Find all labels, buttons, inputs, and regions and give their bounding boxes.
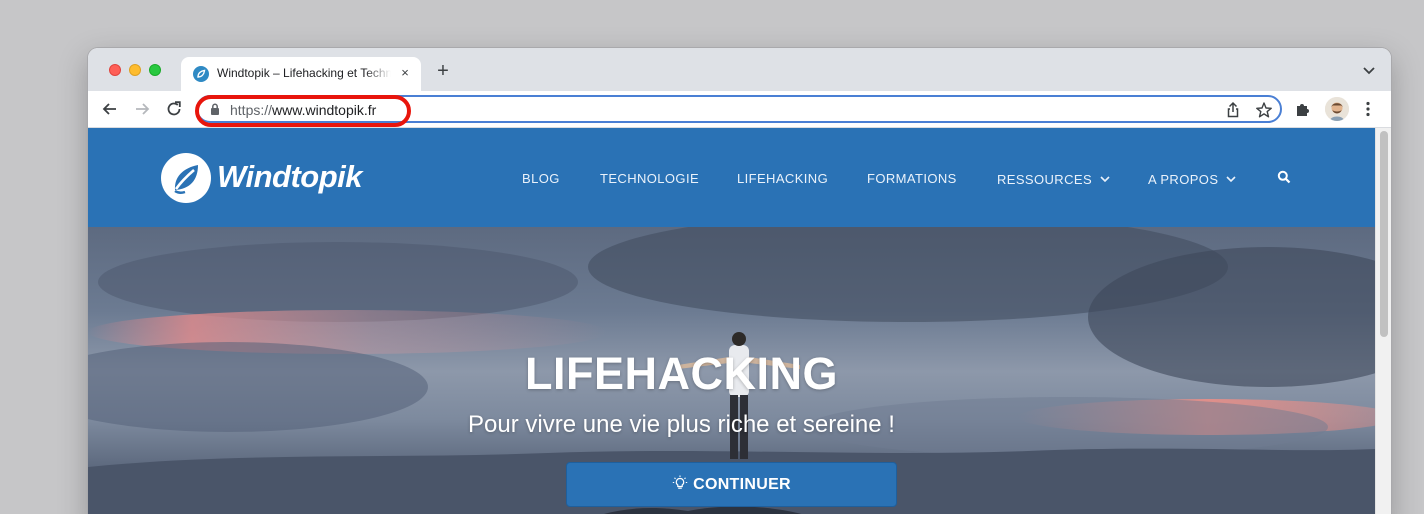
tab-title: Windtopik – Lifehacking et Technologie — [217, 66, 391, 80]
window-maximize-button[interactable] — [149, 64, 161, 76]
nav-ressources[interactable]: RESSOURCES — [997, 171, 1110, 187]
tab-strip: Windtopik – Lifehacking et Technologie ×… — [88, 48, 1391, 91]
nav-a-propos[interactable]: A PROPOS — [1148, 171, 1236, 187]
nav-formations[interactable]: FORMATIONS — [867, 171, 957, 187]
bookmark-star-icon[interactable] — [1255, 101, 1273, 119]
new-tab-button[interactable]: + — [432, 60, 454, 82]
nav-label: FORMATIONS — [867, 171, 957, 186]
more-menu-icon[interactable] — [1359, 100, 1377, 118]
window-minimize-button[interactable] — [129, 64, 141, 76]
tab-close-icon[interactable]: × — [397, 65, 413, 81]
nav-lifehacking[interactable]: LIFEHACKING — [737, 171, 828, 187]
share-icon[interactable] — [1224, 101, 1242, 119]
scrollbar-thumb[interactable] — [1380, 131, 1388, 337]
nav-label: A PROPOS — [1148, 172, 1219, 187]
continue-button-label: CONTINUER — [693, 476, 791, 493]
hero-subtitle: Pour vivre une vie plus riche et sereine… — [468, 411, 895, 438]
continue-button[interactable]: CONTINUER — [566, 462, 897, 507]
reload-icon[interactable] — [164, 99, 184, 119]
nav-label: RESSOURCES — [997, 172, 1093, 187]
forward-arrow-icon[interactable] — [132, 99, 152, 119]
windtopik-favicon-icon — [193, 66, 209, 82]
tab-search-chevron-icon[interactable] — [1361, 62, 1377, 78]
page-scrollbar[interactable] — [1375, 128, 1391, 514]
extensions-puzzle-icon[interactable] — [1294, 100, 1312, 118]
url-scheme: https:// — [230, 102, 273, 118]
window-close-button[interactable] — [109, 64, 121, 76]
logo-wordmark: Windtopik — [217, 159, 363, 194]
page-viewport: Windtopik BLOG TECHNOLOGIE LIFEHACKING F… — [88, 128, 1375, 514]
nav-label: TECHNOLOGIE — [600, 171, 700, 186]
leaf-logo-icon — [161, 153, 211, 203]
lock-icon[interactable] — [208, 102, 222, 116]
profile-avatar[interactable] — [1325, 97, 1349, 121]
lightbulb-icon — [672, 465, 688, 489]
hero-banner: LIFEHACKING Pour vivre une vie plus rich… — [88, 227, 1375, 514]
address-bar[interactable]: https://www.windtopik.fr — [196, 95, 1282, 123]
browser-window: Windtopik – Lifehacking et Technologie ×… — [88, 48, 1391, 514]
site-header: Windtopik BLOG TECHNOLOGIE LIFEHACKING F… — [88, 128, 1375, 227]
browser-toolbar: https://www.windtopik.fr — [88, 91, 1391, 128]
back-arrow-icon[interactable] — [100, 99, 120, 119]
chevron-down-icon — [1226, 171, 1236, 186]
search-icon[interactable] — [1277, 170, 1291, 184]
nav-label: LIFEHACKING — [737, 171, 829, 186]
nav-technologie[interactable]: TECHNOLOGIE — [600, 171, 699, 187]
nav-label: BLOG — [522, 171, 560, 186]
nav-blog[interactable]: BLOG — [522, 171, 560, 187]
url-text: https://www.windtopik.fr — [230, 102, 376, 118]
hero-title: LIFEHACKING — [525, 348, 838, 399]
chevron-down-icon — [1100, 171, 1110, 186]
url-host: www.windtopik.fr — [272, 102, 377, 118]
browser-tab-active[interactable]: Windtopik – Lifehacking et Technologie × — [181, 57, 421, 91]
